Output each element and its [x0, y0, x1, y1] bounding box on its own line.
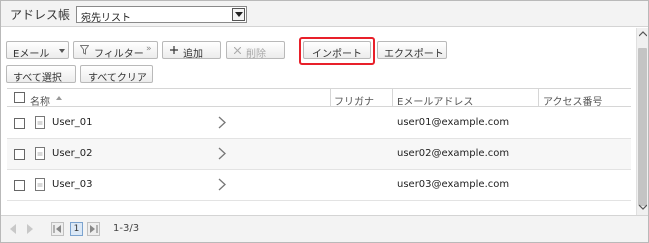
caret-down-icon — [59, 49, 65, 53]
column-header-furigana[interactable]: フリガナ — [334, 93, 374, 108]
document-icon — [35, 147, 45, 160]
row-name: User_01 — [52, 117, 93, 128]
x-icon — [234, 47, 241, 54]
table-row[interactable]: User_02 user02@example.com — [7, 139, 631, 170]
delete-button[interactable]: 削除 — [226, 41, 285, 60]
import-highlight-box — [299, 37, 375, 65]
add-button[interactable]: 追加 — [162, 41, 221, 60]
row-email: user03@example.com — [397, 179, 510, 190]
filter-button[interactable]: フィルター » — [73, 41, 158, 60]
current-page-number[interactable]: 1 — [70, 222, 83, 236]
chevron-right-icon[interactable] — [218, 147, 226, 160]
page-title: アドレス帳 — [10, 8, 71, 22]
address-list-select[interactable]: 宛先リスト — [76, 6, 247, 24]
clear-all-label: すべてクリア — [88, 73, 147, 84]
scroll-down-icon[interactable] — [639, 204, 647, 210]
row-email: user02@example.com — [397, 148, 510, 159]
pager-bar: 1 1-3/3 — [1, 215, 648, 242]
header-bar: アドレス帳 宛先リスト — [1, 1, 648, 27]
document-icon — [35, 178, 45, 191]
column-header-access-number[interactable]: アクセス番号 — [543, 93, 603, 108]
table-row[interactable]: User_01 user01@example.com — [7, 108, 631, 139]
scroll-up-icon[interactable] — [639, 31, 647, 37]
select-all-label: すべて選択 — [13, 73, 62, 84]
first-page-icon[interactable] — [51, 222, 64, 236]
double-chevron-down-icon: » — [146, 44, 152, 54]
filter-label: フィルター — [94, 49, 144, 60]
row-name: User_03 — [52, 179, 93, 190]
address-list-value: 宛先リスト — [81, 13, 131, 24]
prev-arrow-icon[interactable] — [8, 222, 18, 236]
table-header: 名称 フリガナ Eメールアドレス アクセス番号 — [7, 88, 631, 108]
page-range: 1-3/3 — [113, 223, 140, 234]
email-type-dropdown[interactable]: Eメール — [6, 41, 69, 60]
column-header-email[interactable]: Eメールアドレス — [397, 93, 473, 108]
add-label: 追加 — [183, 49, 203, 60]
row-checkbox[interactable] — [14, 149, 25, 160]
column-divider — [538, 89, 539, 106]
column-divider — [330, 89, 331, 106]
column-header-name[interactable]: 名称 — [30, 93, 50, 108]
row-name: User_02 — [52, 148, 93, 159]
delete-label: 削除 — [246, 49, 266, 60]
email-type-label: Eメール — [13, 49, 50, 60]
main-content: Eメール フィルター » 追加 削除 インポート エクスポート すべて選択 すべ… — [1, 28, 635, 215]
chevron-right-icon[interactable] — [218, 178, 226, 191]
column-divider — [392, 89, 393, 106]
sort-ascending-icon[interactable] — [56, 96, 62, 100]
scrollbar-thumb[interactable] — [638, 48, 647, 206]
chevron-right-icon[interactable] — [218, 116, 226, 129]
row-checkbox[interactable] — [14, 118, 25, 129]
export-button[interactable]: エクスポート — [377, 41, 447, 60]
row-checkbox[interactable] — [14, 180, 25, 191]
funnel-icon — [80, 45, 89, 55]
table-row[interactable]: User_03 user03@example.com — [7, 170, 631, 201]
plus-icon — [170, 46, 178, 54]
select-all-button[interactable]: すべて選択 — [6, 65, 76, 84]
row-email: user01@example.com — [397, 117, 510, 128]
document-icon — [35, 116, 45, 129]
clear-all-button[interactable]: すべてクリア — [80, 65, 153, 84]
next-arrow-icon[interactable] — [25, 222, 35, 236]
chevron-down-icon[interactable] — [232, 8, 245, 21]
header-select-all-checkbox[interactable] — [14, 92, 25, 103]
last-page-icon[interactable] — [87, 222, 100, 236]
vertical-scrollbar[interactable] — [636, 28, 648, 215]
export-label: エクスポート — [384, 49, 444, 60]
